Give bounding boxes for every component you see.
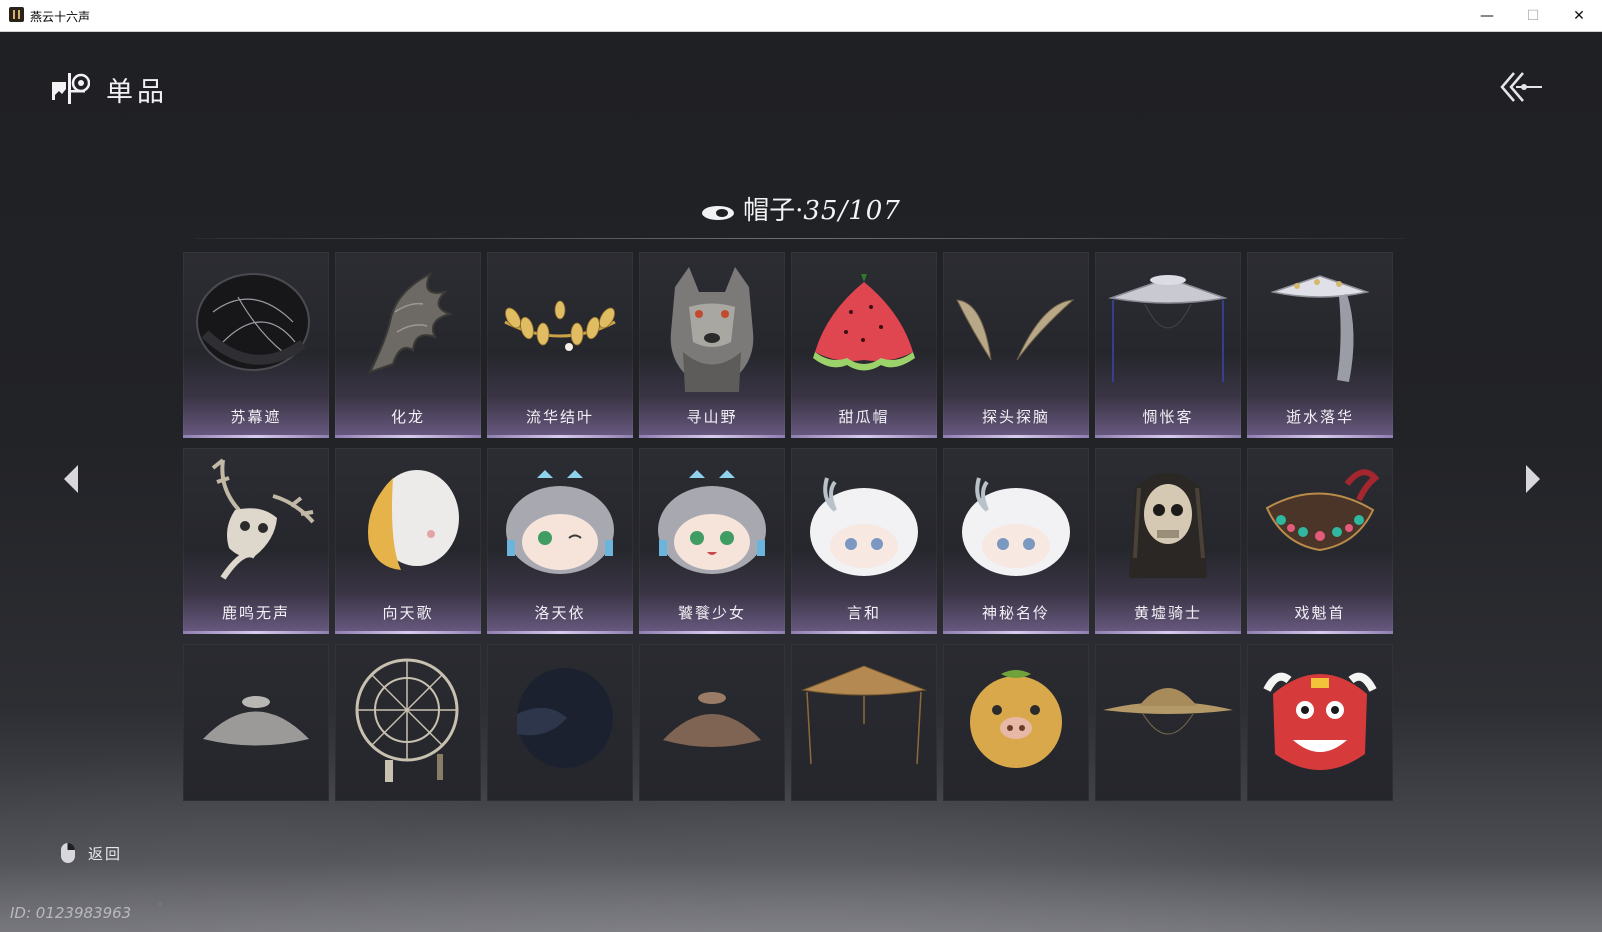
item-tile[interactable]: 流华结叶 — [487, 252, 633, 438]
triangle-right-icon[interactable] — [1522, 462, 1544, 496]
item-tile[interactable]: 甜瓜帽 — [791, 252, 937, 438]
item-tile[interactable]: 饕餮少女 — [639, 448, 785, 634]
item-name: 洛天依 — [534, 604, 586, 622]
item-name: 逝水落华 — [1285, 408, 1354, 426]
item-tile[interactable]: 苏幕遮 — [183, 252, 329, 438]
app-icon — [9, 7, 24, 22]
wardrobe-icon — [52, 73, 90, 104]
straw-conical-hat-icon — [1103, 688, 1233, 735]
item-name: 苏幕遮 — [230, 408, 282, 426]
dark-cloth-hat-icon — [517, 668, 613, 768]
item-tile[interactable] — [791, 644, 937, 801]
back-hint-label: 返回 — [88, 844, 123, 863]
item-name: 化龙 — [390, 408, 425, 426]
triangle-left-icon[interactable] — [60, 462, 82, 496]
dark-drum-hat-icon — [196, 273, 310, 371]
chibi-grey-wink-icon — [506, 470, 614, 574]
watermelon-hat-icon — [813, 274, 915, 371]
item-name: 言和 — [846, 604, 881, 622]
item-tile[interactable]: 惆怅客 — [1095, 252, 1241, 438]
game-viewport: 单品 帽子·35/107 苏幕遮 化龙 流华结叶 寻山野 甜瓜帽 探头探脑 惆怅… — [0, 32, 1602, 932]
clay-bowl-hat-icon — [663, 692, 761, 747]
window-titlebar: 燕云十六声 — ☐ ✕ — [0, 0, 1602, 32]
back-hint[interactable]: 返回 — [60, 842, 122, 864]
category-name: 帽子 — [743, 196, 796, 226]
item-tile[interactable] — [1095, 644, 1241, 801]
feather-antennae-icon — [956, 299, 1075, 361]
chibi-white-icon — [810, 477, 918, 576]
lion-dance-head-icon — [1263, 672, 1377, 770]
chibi-grey-smile-icon — [658, 470, 766, 574]
double-chevron-left-icon[interactable] — [1498, 70, 1544, 104]
silver-veil-hat-icon — [1270, 275, 1370, 382]
page-title: 单品 — [106, 77, 168, 108]
item-name: 惆怅客 — [1142, 408, 1194, 426]
item-tile[interactable] — [1247, 644, 1393, 801]
item-name: 寻山野 — [686, 408, 738, 426]
gold-leaf-crown-icon — [504, 300, 616, 351]
item-tile[interactable]: 戏魁首 — [1247, 448, 1393, 634]
grey-bowl-hat-icon — [203, 696, 309, 746]
item-tile[interactable]: 黄墟骑士 — [1095, 448, 1241, 634]
item-tile[interactable] — [639, 644, 785, 801]
item-tile[interactable]: 寻山野 — [639, 252, 785, 438]
window-title: 燕云十六声 — [30, 10, 91, 24]
opera-headdress-icon — [1265, 469, 1380, 552]
item-tile[interactable]: 逝水落华 — [1247, 252, 1393, 438]
maximize-button[interactable]: ☐ — [1510, 0, 1556, 31]
item-tile[interactable]: 神秘名伶 — [943, 448, 1089, 634]
item-name: 向天歌 — [382, 604, 434, 622]
collection-count: 35/107 — [803, 196, 901, 226]
item-tile[interactable]: 言和 — [791, 448, 937, 634]
item-tile[interactable] — [335, 644, 481, 801]
item-tile[interactable]: 化龙 — [335, 252, 481, 438]
item-name: 饕餮少女 — [677, 604, 746, 622]
goose-hood-icon — [368, 470, 459, 570]
skull-dreadlocks-icon — [1129, 473, 1207, 578]
item-tile[interactable]: 鹿鸣无声 — [183, 448, 329, 634]
item-tile[interactable] — [943, 644, 1089, 801]
item-name: 神秘名伶 — [981, 604, 1050, 622]
veiled-hat-icon — [1108, 275, 1228, 382]
dragon-crest-icon — [368, 271, 454, 374]
item-name: 流华结叶 — [525, 408, 594, 426]
close-button[interactable]: ✕ — [1556, 0, 1602, 31]
hat-eye-icon — [702, 206, 735, 220]
player-id: ID: 0123983963 — [10, 904, 132, 922]
gold-pig-mask-icon — [970, 670, 1062, 768]
ground-fog — [0, 862, 1602, 932]
minimize-button[interactable]: — — [1464, 0, 1510, 31]
item-name: 鹿鸣无声 — [221, 604, 290, 622]
straw-bead-hat-icon — [801, 665, 927, 765]
deer-skull-icon — [211, 458, 315, 580]
category-header: 帽子·35/107 — [0, 190, 1602, 227]
item-name: 戏魁首 — [1294, 604, 1346, 622]
bamboo-frame-hat-icon — [355, 658, 459, 782]
item-name: 黄墟骑士 — [1133, 604, 1202, 622]
item-tile[interactable]: 洛天依 — [487, 448, 633, 634]
item-tile[interactable]: 探头探脑 — [943, 252, 1089, 438]
item-tile[interactable]: 向天歌 — [335, 448, 481, 634]
item-name: 甜瓜帽 — [838, 408, 890, 426]
item-tile[interactable] — [183, 644, 329, 801]
item-tile[interactable] — [487, 644, 633, 801]
chibi-white-2-icon — [962, 477, 1070, 576]
wolf-head-icon — [670, 267, 754, 392]
header-divider — [196, 238, 1404, 239]
mouse-right-click-icon — [61, 843, 75, 863]
item-name: 探头探脑 — [981, 408, 1050, 426]
